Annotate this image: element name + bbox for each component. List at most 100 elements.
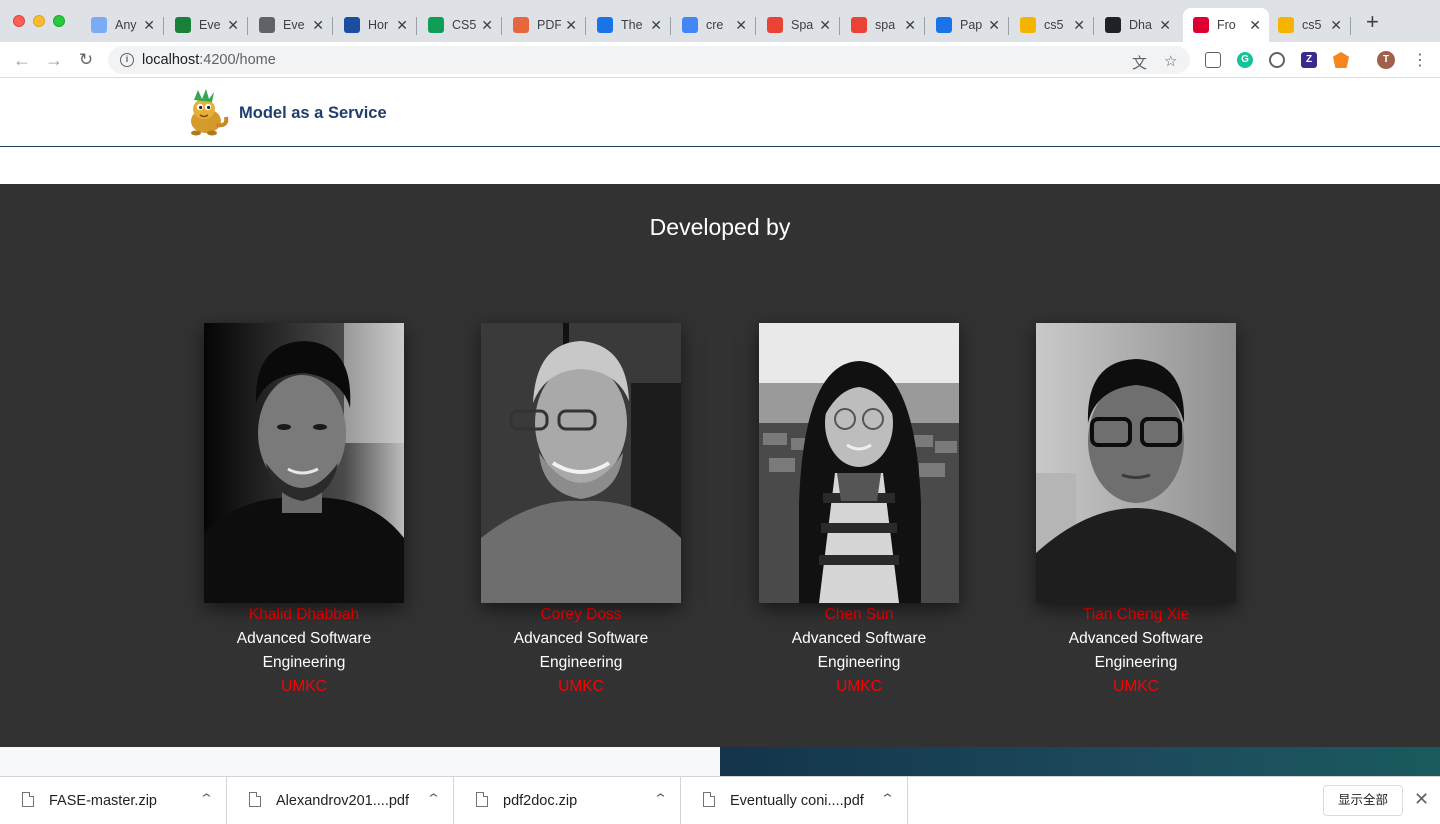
tab-close-icon[interactable]: ✕ xyxy=(904,17,916,34)
show-all-downloads-button[interactable]: 显示全部 xyxy=(1323,785,1403,816)
tab-close-icon[interactable]: ✕ xyxy=(565,17,577,34)
browser-tab[interactable]: Fro ✕ xyxy=(1183,8,1269,42)
window-close-button[interactable] xyxy=(13,15,25,27)
tab-separator xyxy=(416,17,417,35)
member-photo xyxy=(204,323,404,603)
browser-tab-strip: Any ✕ Eve ✕ Eve ✕ Hor ✕ CS5 ✕ PDF ✕ The ✕ cre ✕ Spa ✕ spa ✕… xyxy=(0,0,1440,42)
profile-avatar[interactable]: T xyxy=(1377,51,1395,69)
tab-title: CS5 xyxy=(452,18,477,32)
file-icon xyxy=(476,792,488,807)
browser-tab[interactable]: Eve ✕ xyxy=(165,8,248,42)
tab-separator xyxy=(670,17,671,35)
browser-tab[interactable]: Hor ✕ xyxy=(334,8,417,42)
next-section-left xyxy=(0,747,720,777)
back-button[interactable]: ← xyxy=(11,49,33,71)
menu-kebab-icon[interactable]: ⋮ xyxy=(1412,50,1428,70)
download-item[interactable]: Eventually coni....pdf ⌃ xyxy=(681,777,908,824)
slides-icon xyxy=(1020,17,1036,33)
address-bar[interactable]: i localhost:4200/home 文 ☆ xyxy=(108,46,1190,74)
member-name: Tian Cheng Xie xyxy=(1082,606,1190,623)
tab-title: Pap xyxy=(960,18,983,32)
tab-close-icon[interactable]: ✕ xyxy=(1159,17,1171,34)
window-zoom-button[interactable] xyxy=(53,15,65,27)
tab-close-icon[interactable]: ✕ xyxy=(312,17,324,34)
member-name: Chen Sun xyxy=(824,606,894,623)
tab-close-icon[interactable]: ✕ xyxy=(143,17,155,34)
translate-icon[interactable]: 文 xyxy=(1132,52,1147,73)
browser-tab[interactable]: Any ✕ xyxy=(81,8,164,42)
tab-close-icon[interactable]: ✕ xyxy=(1249,17,1261,34)
tab-close-icon[interactable]: ✕ xyxy=(988,17,1000,34)
url-host: localhost xyxy=(142,52,200,68)
reload-button[interactable]: ↻ xyxy=(75,49,97,71)
tab-title: Spa xyxy=(791,18,814,32)
site-info-icon[interactable]: i xyxy=(120,53,134,67)
browser-tab[interactable]: cre ✕ xyxy=(672,8,756,42)
gear-green-icon xyxy=(175,17,191,33)
tab-close-icon[interactable]: ✕ xyxy=(396,17,408,34)
metamask-icon[interactable] xyxy=(1333,52,1349,68)
file-icon xyxy=(22,792,34,807)
new-tab-button[interactable]: + xyxy=(1366,11,1379,33)
chevron-up-icon[interactable]: ⌃ xyxy=(653,791,668,807)
app-logo[interactable] xyxy=(180,87,232,139)
tab-close-icon[interactable]: ✕ xyxy=(650,17,662,34)
forward-button[interactable]: → xyxy=(43,49,65,71)
tab-title: Dha xyxy=(1129,18,1152,32)
browser-tab[interactable]: cs5 ✕ xyxy=(1268,8,1351,42)
globe-icon xyxy=(259,17,275,33)
browser-tab[interactable]: Pap ✕ xyxy=(926,8,1009,42)
download-item[interactable]: pdf2doc.zip ⌃ xyxy=(454,777,681,824)
tab-close-icon[interactable]: ✕ xyxy=(481,17,493,34)
tab-close-icon[interactable]: ✕ xyxy=(1330,17,1342,34)
tab-close-icon[interactable]: ✕ xyxy=(1073,17,1085,34)
app-brand-title[interactable]: Model as a Service xyxy=(239,104,387,123)
member-role: Advanced Software Engineering xyxy=(236,630,372,671)
member-photo xyxy=(481,323,681,603)
tab-close-icon[interactable]: ✕ xyxy=(819,17,831,34)
url-path: :4200/home xyxy=(199,52,276,68)
zotero-icon[interactable]: Z xyxy=(1301,52,1317,68)
pdf-file-icon xyxy=(249,792,261,807)
tab-title: Fro xyxy=(1217,18,1236,32)
tab-title: The xyxy=(621,18,643,32)
team-member-card: Corey Doss Advanced Software Engineering… xyxy=(481,323,681,699)
bookmark-star-icon[interactable]: ☆ xyxy=(1164,52,1177,70)
browser-tab[interactable]: Spa ✕ xyxy=(757,8,840,42)
browser-tab[interactable]: PDF ✕ xyxy=(503,8,586,42)
chevron-up-icon[interactable]: ⌃ xyxy=(880,791,895,807)
browser-tab[interactable]: spa ✕ xyxy=(841,8,925,42)
chevron-up-icon[interactable]: ⌃ xyxy=(199,791,214,807)
angular-icon xyxy=(1193,17,1209,33)
document-icon xyxy=(91,17,107,33)
member-name: Corey Doss xyxy=(540,606,622,623)
close-icon[interactable]: ✕ xyxy=(1414,789,1429,810)
download-item[interactable]: Alexandrov201....pdf ⌃ xyxy=(227,777,454,824)
browser-tab[interactable]: Dha ✕ xyxy=(1095,8,1179,42)
page-extension-icon[interactable] xyxy=(1205,52,1221,68)
browser-tab[interactable]: cs5 ✕ xyxy=(1010,8,1094,42)
pdf-icon xyxy=(513,17,529,33)
browser-tab[interactable]: CS5 ✕ xyxy=(418,8,502,42)
window-minimize-button[interactable] xyxy=(33,15,45,27)
tab-separator xyxy=(1093,17,1094,35)
tab-close-icon[interactable]: ✕ xyxy=(227,17,239,34)
flag-icon xyxy=(344,17,360,33)
member-name: Khalid Dhabbah xyxy=(248,606,360,623)
sync-extension-icon[interactable] xyxy=(1269,52,1285,68)
tab-title: Hor xyxy=(368,18,389,32)
tab-title: Any xyxy=(115,18,137,32)
google-icon xyxy=(682,17,698,33)
browser-tab[interactable]: Eve ✕ xyxy=(249,8,333,42)
tab-title: cre xyxy=(706,18,724,32)
download-shelf: FASE-master.zip ⌃ Alexandrov201....pdf ⌃… xyxy=(0,776,1440,824)
tab-close-icon[interactable]: ✕ xyxy=(735,17,747,34)
browser-toolbar: ← → ↻ i localhost:4200/home 文 ☆ G Z T ⋮ xyxy=(0,42,1440,78)
url-text[interactable]: localhost:4200/home xyxy=(142,52,276,68)
chevron-up-icon[interactable]: ⌃ xyxy=(426,791,441,807)
browser-tab[interactable]: The ✕ xyxy=(587,8,671,42)
grammarly-icon[interactable]: G xyxy=(1237,52,1253,68)
download-item[interactable]: FASE-master.zip ⌃ xyxy=(0,777,227,824)
member-photo xyxy=(1036,323,1236,603)
flask-icon xyxy=(597,17,613,33)
